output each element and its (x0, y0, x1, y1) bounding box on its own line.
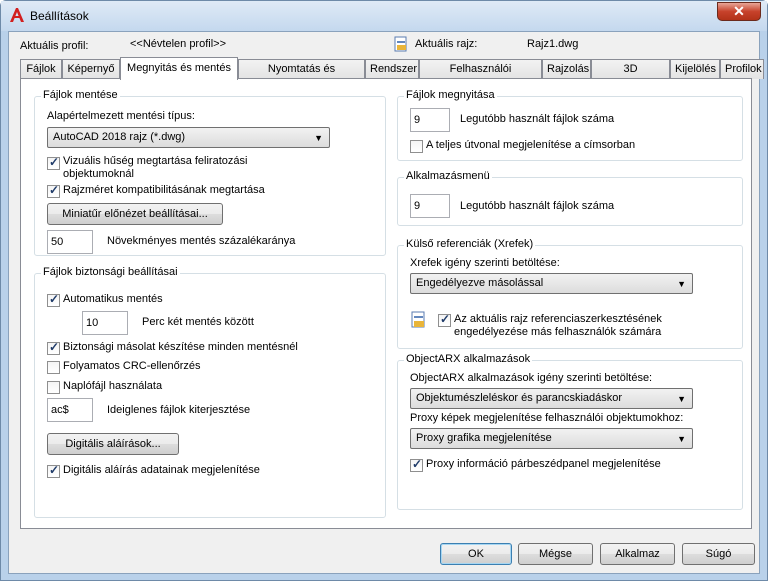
thumbnail-settings-button[interactable]: Miniatűr előnézet beállításai... (47, 203, 223, 225)
xref-group-title: Külső referenciák (Xrefek) (404, 238, 536, 250)
chevron-down-icon: ▼ (677, 434, 686, 444)
incremental-save-label: Növekményes mentés százalékaránya (107, 235, 296, 247)
file-open-group-title: Fájlok megnyitása (404, 89, 497, 101)
chevron-down-icon: ▼ (677, 394, 686, 404)
autosave-minutes-label: Perc két mentés között (142, 316, 254, 328)
proxy-images-value: Proxy grafika megjelenítése (416, 432, 552, 444)
cancel-button[interactable]: Mégse (518, 543, 593, 565)
app-menu-group-title: Alkalmazásmenü (404, 170, 492, 182)
proxy-images-select[interactable]: Proxy grafika megjelenítése ▼ (410, 428, 693, 449)
digital-signature-info-label: Digitális aláírás adatainak megjelenítés… (63, 464, 260, 476)
open-and-save-panel: Fájlok mentése Alapértelmezett mentési t… (20, 78, 752, 529)
drawing-file-icon (394, 36, 407, 52)
tab-files[interactable]: Fájlok (20, 59, 62, 79)
autosave-checkbox[interactable] (47, 292, 60, 307)
log-file-label: Naplófájl használata (63, 380, 163, 392)
digital-signatures-button[interactable]: Digitális aláírások... (47, 433, 179, 455)
xref-drawing-icon (411, 311, 425, 328)
file-safety-group: Fájlok biztonsági beállításai Automatiku… (34, 266, 386, 518)
tab-system[interactable]: Rendszer (365, 59, 419, 79)
objectarx-group: ObjectARX alkalmazások ObjectARX alkalma… (397, 353, 743, 510)
incremental-save-input[interactable]: 50 (47, 230, 93, 254)
objectarx-demand-load-label: ObjectARX alkalmazások igény szerinti be… (410, 372, 653, 384)
app-menu-recent-input[interactable]: 9 (410, 194, 450, 218)
autosave-minutes-input[interactable]: 10 (82, 311, 128, 335)
temp-extension-input[interactable]: ac$ (47, 398, 93, 422)
xref-allow-edit-label-line2: engedélyezése más felhasználók számára (454, 326, 662, 338)
tab-plot-and-publish[interactable]: Nyomtatás és közzététel (238, 59, 365, 93)
drawing-size-label: Rajzméret kompatibilitásának megtartása (63, 184, 265, 196)
file-save-group-title: Fájlok mentése (41, 89, 120, 101)
crc-check-label: Folyamatos CRC-ellenőrzés (63, 360, 201, 372)
save-type-label: Alapértelmezett mentési típus: (47, 110, 195, 122)
tab-drafting[interactable]: Rajzolás (542, 59, 591, 79)
file-save-group: Fájlok mentése Alapértelmezett mentési t… (34, 89, 386, 256)
dialog-client-area: Aktuális profil: <<Névtelen profil>> Akt… (8, 31, 764, 574)
chevron-down-icon: ▼ (677, 279, 686, 289)
full-path-label: A teljes útvonal megjelenítése a címsorb… (426, 139, 636, 151)
current-drawing-label: Aktuális rajz: (415, 38, 478, 50)
save-type-select[interactable]: AutoCAD 2018 rajz (*.dwg) ▼ (47, 127, 330, 148)
xref-allow-edit-label: Az aktuális rajz referenciaszerkesztésén… (454, 313, 662, 325)
current-drawing-value: Rajz1.dwg (527, 38, 579, 50)
full-path-checkbox[interactable] (410, 140, 423, 153)
tab-open-and-save[interactable]: Megnyitás és mentés (120, 57, 238, 80)
apply-button[interactable]: Alkalmaz (600, 543, 675, 565)
xref-allow-edit-checkbox[interactable] (438, 312, 451, 327)
temp-extension-label: Ideiglenes fájlok kiterjesztése (107, 404, 251, 416)
objectarx-demand-load-value: Objektumészleléskor és parancskiadáskor (416, 392, 623, 404)
visual-fidelity-label: Vizuális hűség megtartása feliratozási (63, 155, 248, 167)
proxy-info-label: Proxy információ párbeszédpanel megjelen… (426, 458, 661, 470)
ok-button[interactable]: OK (440, 543, 512, 565)
tab-selection[interactable]: Kijelölés (670, 59, 720, 79)
autocad-logo-icon (10, 8, 24, 22)
recent-files-label: Legutóbb használt fájlok száma (460, 113, 615, 125)
visual-fidelity-checkbox[interactable] (47, 155, 60, 170)
file-safety-group-title: Fájlok biztonsági beállításai (41, 266, 180, 278)
backup-checkbox[interactable] (47, 340, 60, 355)
crc-check-checkbox[interactable] (47, 361, 60, 374)
tab-3d-modeling[interactable]: 3D modellezés (591, 59, 670, 93)
log-file-checkbox[interactable] (47, 381, 60, 394)
xref-group: Külső referenciák (Xrefek) Xrefek igény … (397, 238, 743, 349)
current-profile-label: Aktuális profil: (20, 40, 89, 52)
recent-files-input[interactable]: 9 (410, 108, 450, 132)
chevron-down-icon: ▼ (314, 133, 323, 143)
drawing-size-checkbox[interactable] (47, 183, 60, 198)
app-menu-recent-label: Legutóbb használt fájlok száma (460, 200, 615, 212)
save-type-value: AutoCAD 2018 rajz (*.dwg) (53, 131, 186, 143)
title-bar: Beállítások ✕ (1, 1, 767, 31)
tab-display[interactable]: Képernyő (62, 59, 120, 79)
tab-user-preferences[interactable]: Felhasználói beállítások (419, 59, 542, 93)
tab-profiles[interactable]: Profilok (720, 59, 764, 79)
options-dialog: Beállítások ✕ Aktuális profil: <<Névtele… (0, 0, 768, 581)
app-menu-group: Alkalmazásmenü 9 Legutóbb használt fájlo… (397, 170, 743, 226)
xref-demand-load-select[interactable]: Engedélyezve másolással ▼ (410, 273, 693, 294)
digital-signature-info-checkbox[interactable] (47, 463, 60, 478)
proxy-info-checkbox[interactable] (410, 457, 423, 472)
backup-label: Biztonsági másolat készítése minden ment… (63, 341, 298, 353)
visual-fidelity-label-line2: objektumoknál (63, 168, 134, 180)
objectarx-demand-load-select[interactable]: Objektumészleléskor és parancskiadáskor … (410, 388, 693, 409)
xref-demand-load-label: Xrefek igény szerinti betöltése: (410, 257, 560, 269)
autosave-label: Automatikus mentés (63, 293, 163, 305)
xref-demand-load-value: Engedélyezve másolással (416, 277, 544, 289)
proxy-images-label: Proxy képek megjelenítése felhasználói o… (410, 412, 684, 424)
current-profile-value: <<Névtelen profil>> (130, 38, 227, 50)
window-title: Beállítások (30, 9, 89, 23)
objectarx-group-title: ObjectARX alkalmazások (404, 353, 533, 365)
help-button[interactable]: Súgó (682, 543, 755, 565)
file-open-group: Fájlok megnyitása 9 Legutóbb használt fá… (397, 89, 743, 161)
close-button[interactable]: ✕ (717, 2, 761, 21)
